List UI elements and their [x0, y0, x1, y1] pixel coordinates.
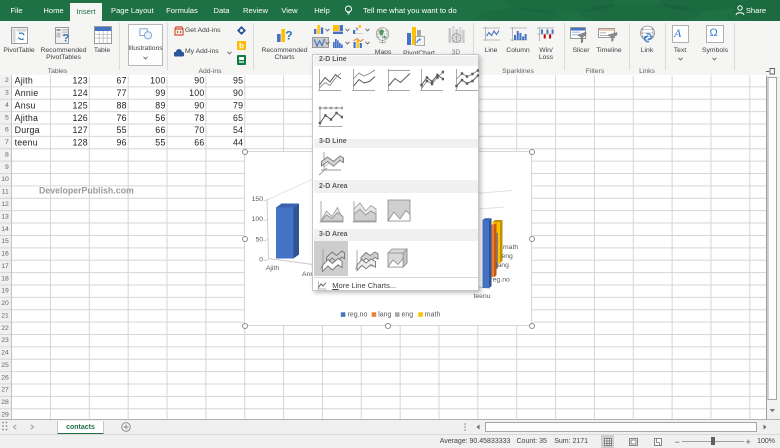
svg-text:lang: lang	[378, 311, 391, 318]
svg-text:Durga: Durga	[15, 125, 40, 135]
svg-text:21: 21	[1, 312, 9, 319]
svg-text:DeveloperPublish.com: DeveloperPublish.com	[39, 186, 134, 196]
svg-text:124: 124	[72, 88, 87, 98]
svg-text:13: 13	[1, 213, 9, 220]
svg-text:24: 24	[1, 350, 9, 357]
svg-text:teenu: teenu	[473, 293, 490, 300]
svg-text:66: 66	[155, 125, 165, 135]
svg-text:Ajith: Ajith	[15, 76, 33, 86]
svg-text:17: 17	[1, 263, 9, 270]
svg-text:76: 76	[117, 113, 127, 123]
svg-text:127: 127	[72, 125, 87, 135]
svg-text:?: ?	[285, 29, 292, 43]
svg-text:100: 100	[252, 216, 264, 223]
svg-text:128: 128	[72, 138, 87, 148]
svg-text:6: 6	[5, 127, 9, 134]
svg-text:88: 88	[117, 100, 127, 110]
svg-text:99: 99	[155, 88, 165, 98]
svg-text:126: 126	[72, 113, 87, 123]
svg-text:27: 27	[1, 387, 9, 394]
svg-text:14: 14	[1, 226, 9, 233]
svg-text:55: 55	[117, 125, 127, 135]
svg-text:90: 90	[233, 88, 243, 98]
svg-text:22: 22	[1, 325, 9, 332]
svg-text:?: ?	[63, 32, 70, 44]
svg-text:16: 16	[1, 251, 9, 258]
svg-text:44: 44	[233, 138, 243, 148]
svg-text:100: 100	[189, 88, 204, 98]
svg-text:10: 10	[1, 176, 9, 183]
svg-text:eng: eng	[502, 253, 514, 260]
svg-text:25: 25	[1, 362, 9, 369]
svg-text:4: 4	[5, 102, 9, 109]
svg-text:89: 89	[155, 100, 165, 110]
svg-text:100: 100	[150, 76, 165, 86]
svg-text:123: 123	[72, 76, 87, 86]
svg-text:b: b	[239, 42, 244, 51]
svg-text:56: 56	[155, 113, 165, 123]
svg-text:70: 70	[194, 125, 204, 135]
svg-text:66: 66	[194, 138, 204, 148]
svg-text:26: 26	[1, 374, 9, 381]
svg-text:Ansu: Ansu	[15, 100, 36, 110]
svg-text:78: 78	[194, 113, 204, 123]
svg-text:8: 8	[5, 151, 9, 158]
svg-text:65: 65	[233, 113, 243, 123]
svg-text:90: 90	[194, 76, 204, 86]
svg-text:3: 3	[5, 90, 9, 97]
svg-text:50: 50	[255, 236, 263, 243]
svg-text:12: 12	[1, 201, 9, 208]
svg-text:Ajith: Ajith	[266, 265, 279, 272]
svg-text:reg.no: reg.no	[348, 311, 368, 318]
svg-text:lang: lang	[496, 262, 509, 269]
svg-text:150: 150	[252, 196, 264, 203]
svg-text:77: 77	[117, 88, 127, 98]
svg-text:Ajitha: Ajitha	[15, 113, 39, 123]
svg-text:29: 29	[1, 411, 9, 418]
svg-text:11: 11	[2, 189, 9, 196]
svg-text:2: 2	[5, 77, 9, 84]
svg-text:20: 20	[1, 300, 9, 307]
svg-text:125: 125	[72, 100, 87, 110]
svg-text:math: math	[503, 244, 518, 251]
svg-text:5: 5	[5, 114, 9, 121]
svg-text:19: 19	[1, 288, 9, 295]
svg-text:18: 18	[1, 275, 9, 282]
svg-text:79: 79	[233, 100, 243, 110]
svg-text:teenu: teenu	[15, 138, 38, 148]
svg-text:28: 28	[1, 399, 9, 406]
svg-text:90: 90	[194, 100, 204, 110]
svg-text:55: 55	[155, 138, 165, 148]
svg-text:0: 0	[259, 257, 263, 264]
svg-text:96: 96	[117, 138, 127, 148]
svg-text:Annie: Annie	[15, 88, 39, 98]
svg-text:reg.no: reg.no	[491, 277, 510, 284]
svg-text:eng: eng	[402, 311, 414, 318]
svg-text:9: 9	[5, 164, 9, 171]
svg-text:7: 7	[5, 139, 9, 146]
svg-text:15: 15	[1, 238, 9, 245]
svg-text:math: math	[425, 311, 441, 318]
svg-text:23: 23	[1, 337, 9, 344]
svg-text:67: 67	[117, 76, 127, 86]
svg-text:54: 54	[233, 125, 243, 135]
svg-text:95: 95	[233, 76, 243, 86]
